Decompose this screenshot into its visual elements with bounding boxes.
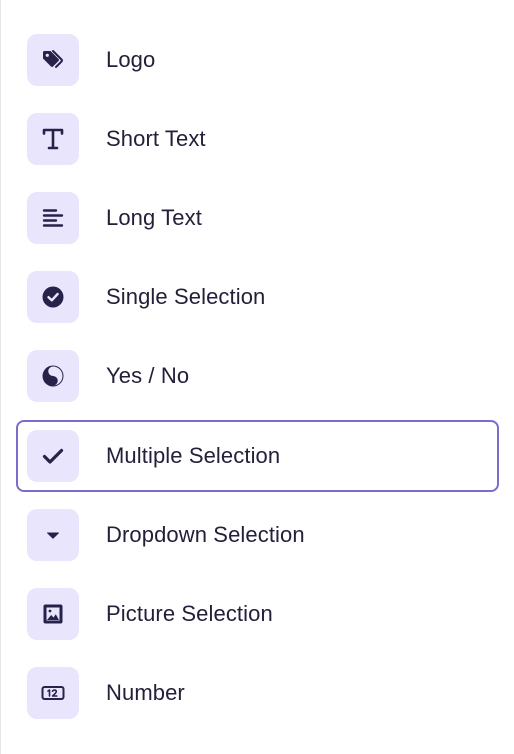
field-type-label: Logo <box>106 47 156 72</box>
check-icon <box>27 430 79 482</box>
field-type-label: Multiple Selection <box>106 443 281 468</box>
field-type-short-text[interactable]: Short Text <box>16 103 499 175</box>
field-type-dropdown-selection[interactable]: Dropdown Selection <box>16 499 499 571</box>
text-t-icon <box>27 113 79 165</box>
yin-yang-icon <box>27 350 79 402</box>
caret-down-icon <box>27 509 79 561</box>
field-type-label: Number <box>106 680 185 705</box>
field-type-number[interactable]: Number <box>16 657 499 729</box>
field-type-multiple-selection[interactable]: Multiple Selection <box>16 420 499 492</box>
field-type-logo[interactable]: Logo <box>16 24 499 96</box>
check-circle-icon <box>27 271 79 323</box>
field-type-label: Dropdown Selection <box>106 522 305 547</box>
field-type-label: Yes / No <box>106 363 190 388</box>
number-box-icon <box>27 667 79 719</box>
align-left-icon <box>27 192 79 244</box>
field-type-yes-no[interactable]: Yes / No <box>16 340 499 412</box>
field-type-long-text[interactable]: Long Text <box>16 182 499 254</box>
field-type-label: Picture Selection <box>106 601 273 626</box>
field-type-single-selection[interactable]: Single Selection <box>16 261 499 333</box>
panel-left-border <box>0 0 1 754</box>
tag-icon <box>27 34 79 86</box>
image-icon <box>27 588 79 640</box>
field-type-label: Long Text <box>106 205 202 230</box>
field-type-picture-selection[interactable]: Picture Selection <box>16 578 499 650</box>
field-type-label: Short Text <box>106 126 206 151</box>
field-type-label: Single Selection <box>106 284 266 309</box>
